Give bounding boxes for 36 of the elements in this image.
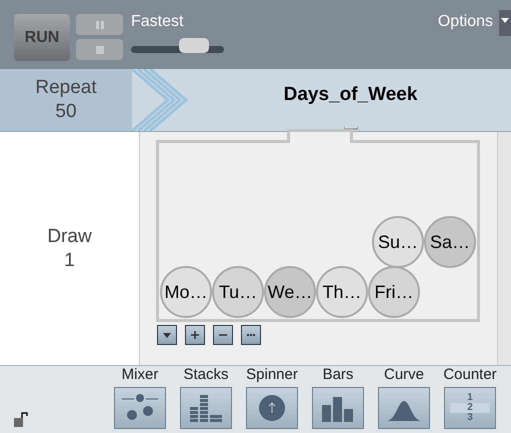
unlock-icon[interactable] [14,411,28,427]
device-label: Bars [322,366,354,384]
bars-tool-button[interactable] [312,387,364,429]
dropdown-button[interactable] [157,325,177,346]
options-dropdown[interactable] [499,10,511,36]
caret-icon [163,332,171,338]
curve-tool-button[interactable] [378,387,430,429]
speed-label: Fastest [131,12,184,32]
device-label: Mixer [122,366,158,384]
pause-icon [96,20,104,28]
stop-icon [96,46,104,54]
run-button[interactable]: RUN [14,14,70,61]
caret-icon [501,18,509,23]
device-label: Spinner [246,366,298,384]
stacks-tool-button[interactable] [180,387,232,429]
device-label: Counter [443,366,497,384]
sampler-title: Days_of_Week [284,83,418,108]
counter-tool-button[interactable]: 1 2 3 [444,387,496,429]
draw-count: 1 [64,248,75,273]
mixer-tool-button[interactable] [114,387,166,429]
repeat-label: Repeat [35,76,97,100]
device-label: Curve [384,366,424,384]
mixer-icon [120,393,160,423]
options-label: Options [438,12,493,32]
chevron-icon [132,69,190,132]
more-icon [247,334,255,337]
handle-icon [344,126,358,130]
repeat-count: 50 [55,100,77,124]
more-button[interactable] [241,325,261,346]
speed-slider-thumb[interactable] [179,38,210,53]
spinner-tool-button[interactable] [246,387,298,429]
device-label: Stacks [183,366,228,384]
plus-icon [191,331,199,340]
remove-button[interactable] [213,325,233,346]
draw-label: Draw [47,224,92,249]
add-button[interactable] [185,325,205,346]
